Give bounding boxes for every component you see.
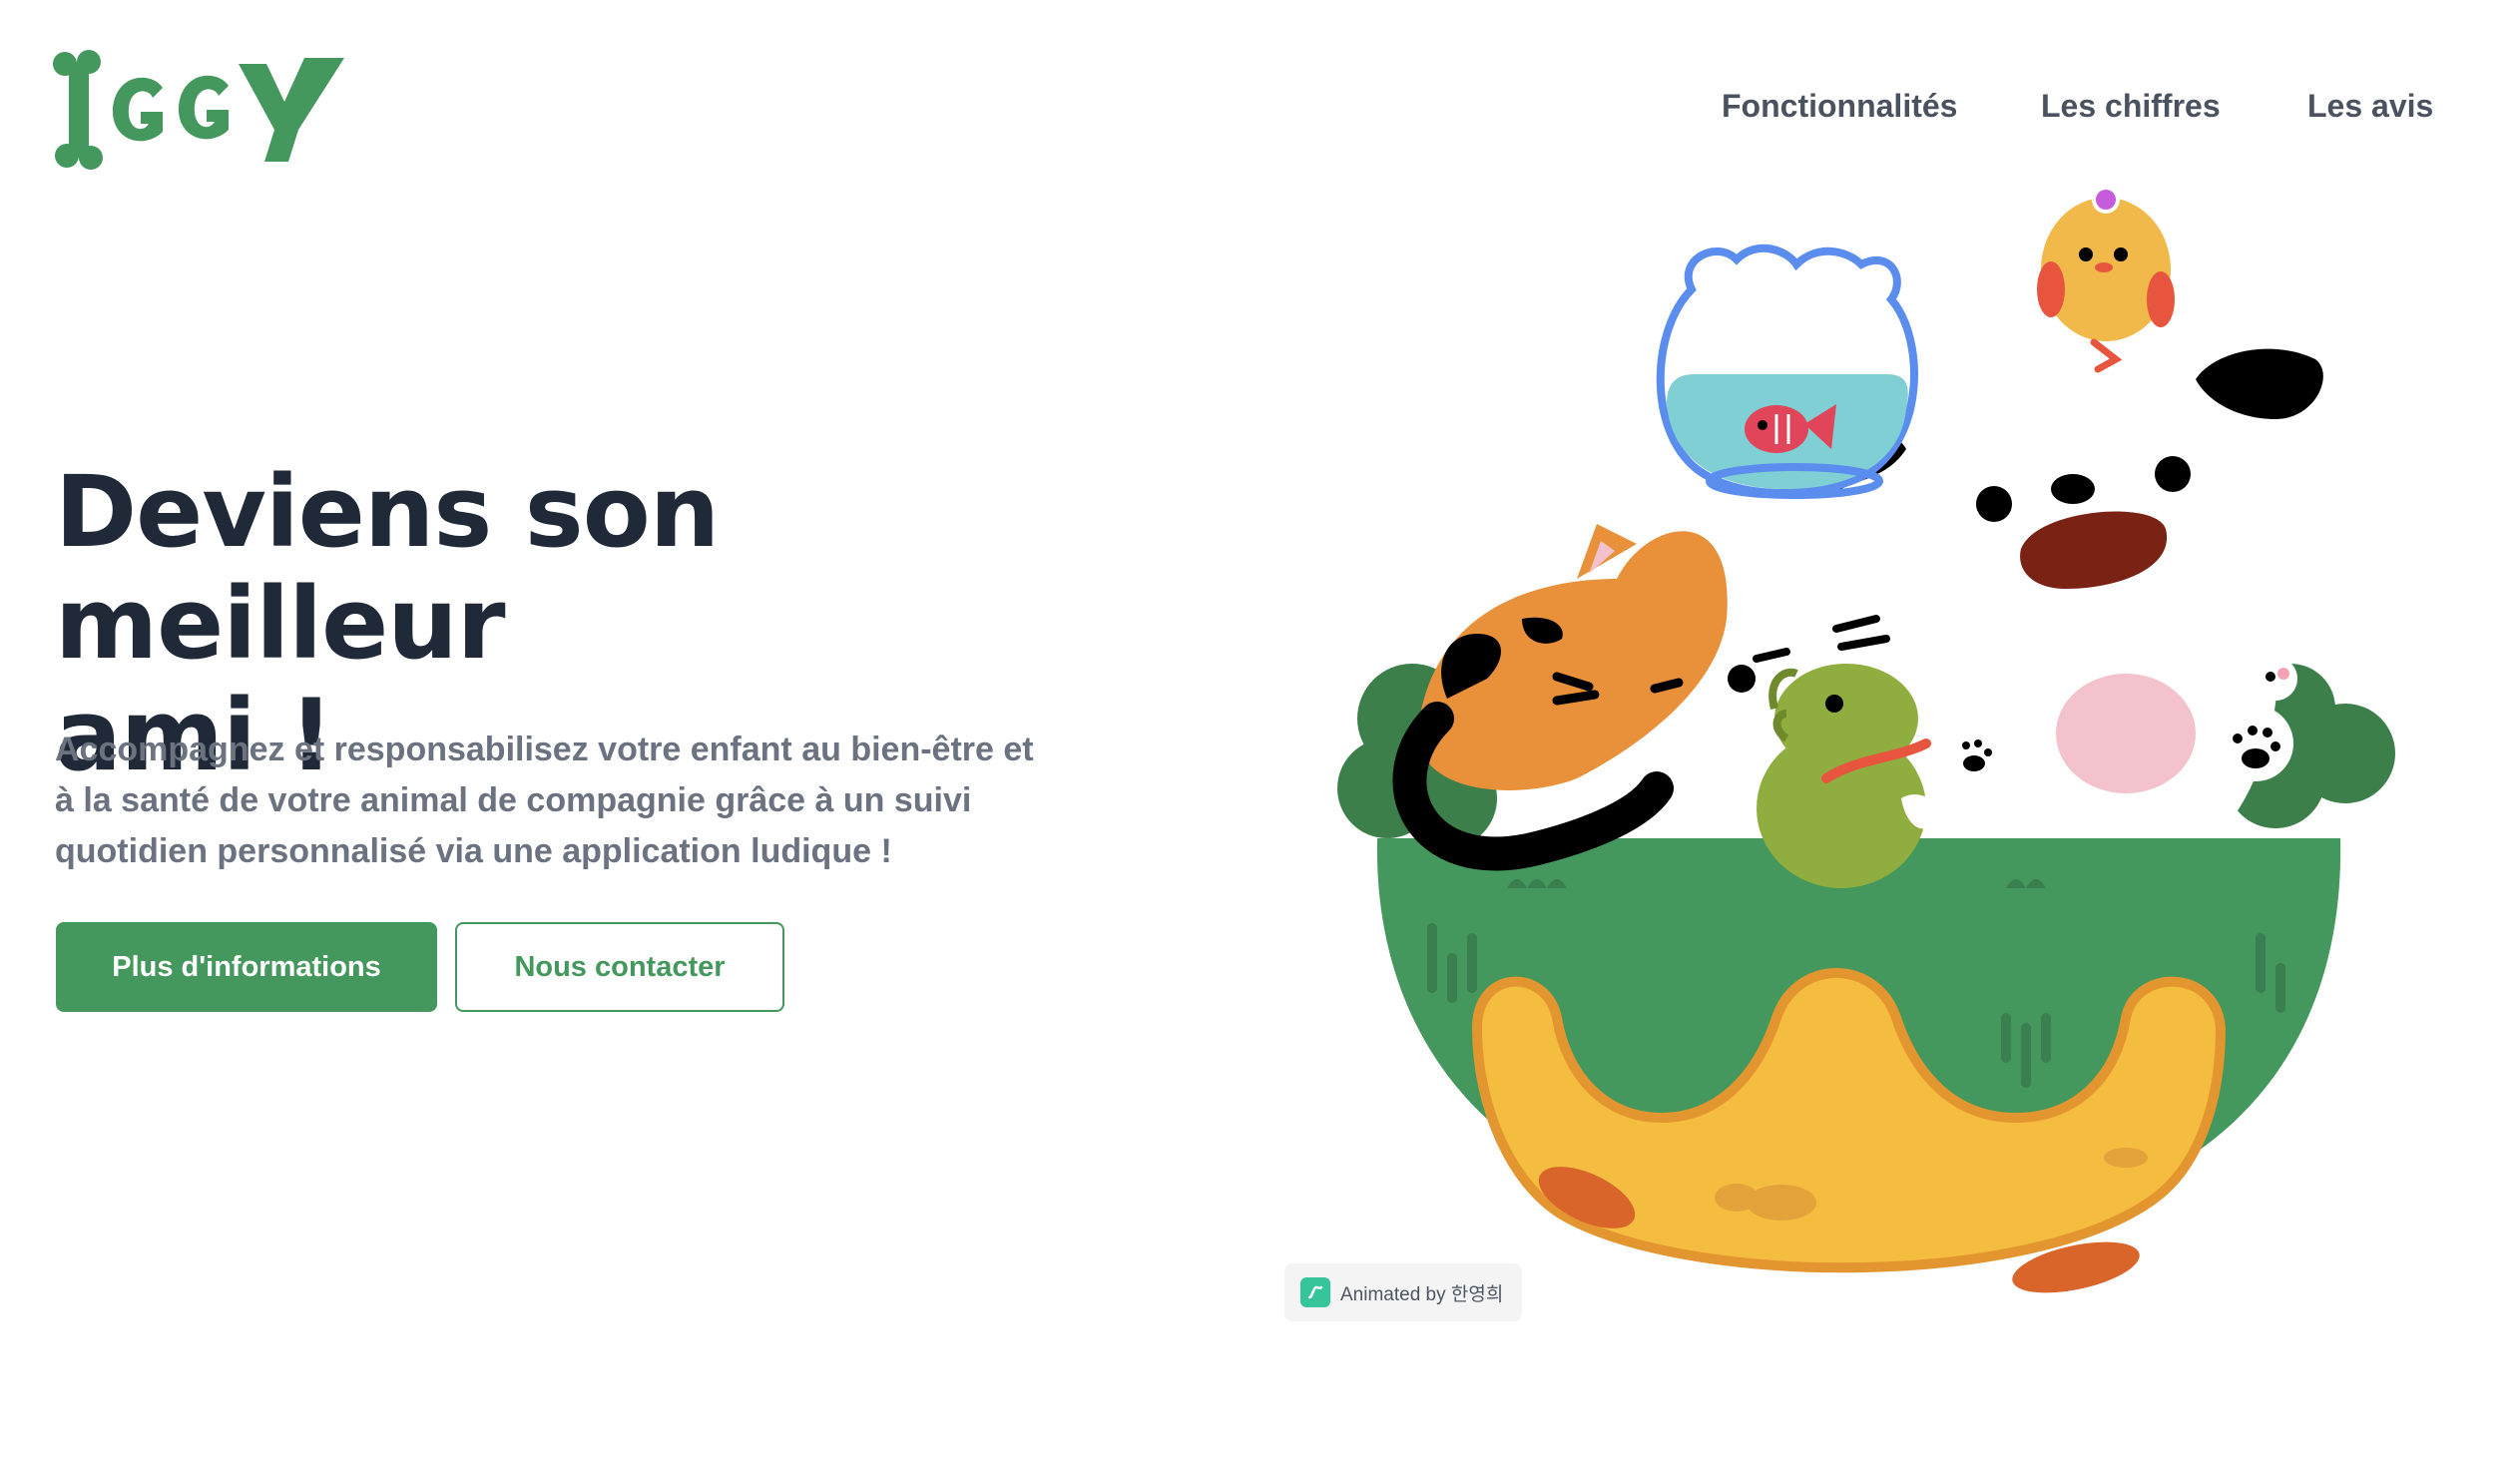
main-nav: Fonctionnalités Les chiffres Les avis	[1722, 88, 2520, 138]
nav-link-les-chiffres[interactable]: Les chiffres	[2041, 88, 2221, 125]
landing-page: Fonctionnalités Les chiffres Les avis De…	[0, 0, 2520, 1473]
more-info-button[interactable]: Plus d'informations	[56, 922, 437, 1012]
animation-credit-text: Animated by 한영희	[1340, 1283, 1504, 1305]
iggy-logo[interactable]	[53, 50, 352, 175]
hero-title-line-1: Deviens son meilleur	[55, 455, 720, 682]
fishbowl	[1656, 244, 1918, 499]
hero-subtitle-line-2: à la santé de votre animal de compagnie …	[55, 781, 972, 819]
hero-subtitle-line-1: Accompagnez et responsabilisez votre enf…	[55, 731, 1034, 768]
nav-link-les-avis[interactable]: Les avis	[2307, 88, 2433, 125]
hero-subtitle: Accompagnez et responsabilisez votre enf…	[55, 725, 1103, 877]
hero-subtitle-line-3: quotidien personnalisé via une applicati…	[55, 832, 892, 870]
chick	[2037, 186, 2175, 373]
animation-credit-badge[interactable]: Animated by 한영희	[1284, 1263, 1522, 1321]
lottie-icon	[1300, 1277, 1330, 1307]
green-bowl	[1376, 838, 2341, 1293]
pets-bowl-illustration	[1337, 186, 2395, 1293]
contact-button[interactable]: Nous contacter	[455, 922, 784, 1012]
nav-link-fonctionnalites[interactable]: Fonctionnalités	[1722, 88, 1957, 125]
